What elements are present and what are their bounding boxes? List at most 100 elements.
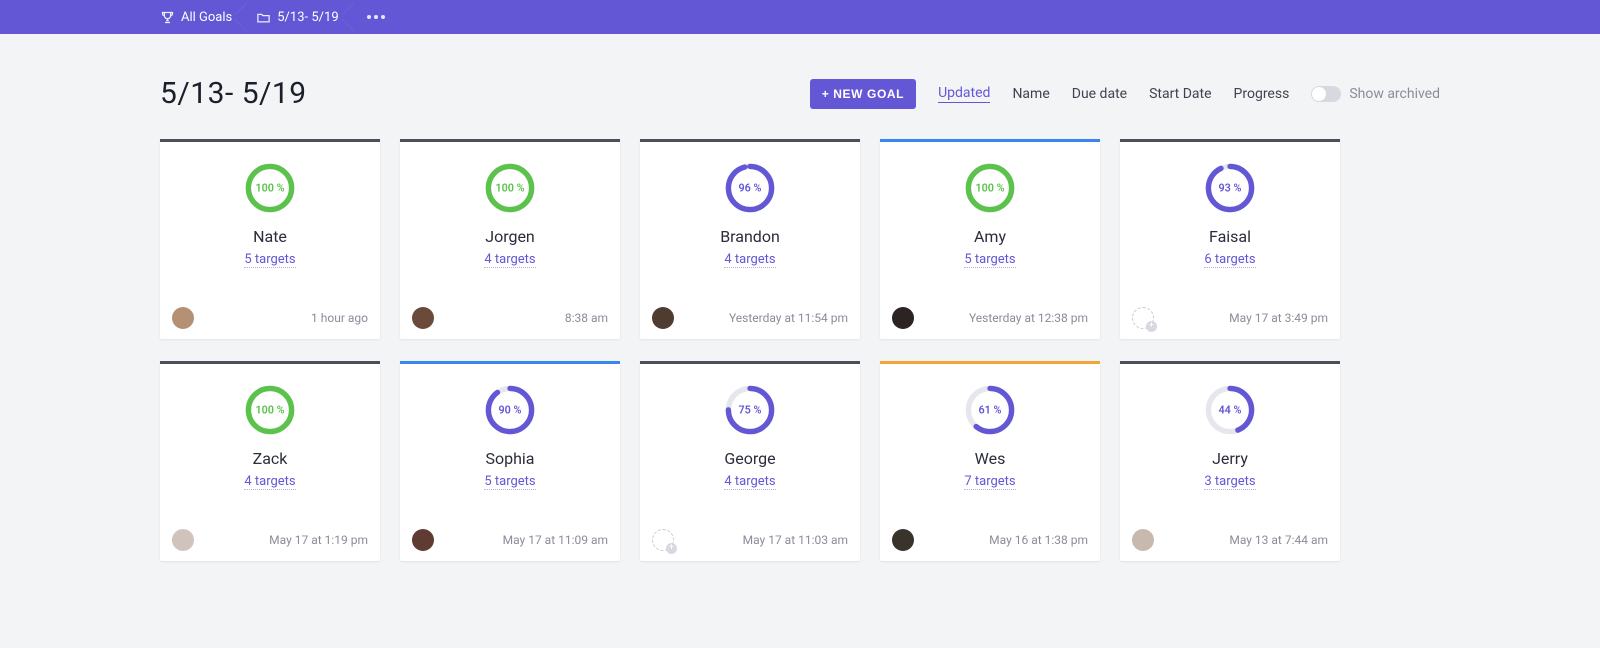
svg-text:61 %: 61 %: [979, 404, 1002, 417]
avatar[interactable]: [412, 307, 434, 329]
progress-ring: 93 %: [1203, 161, 1257, 215]
goal-card[interactable]: 44 % Jerry 3 targets May 13 at 7:44 am: [1120, 361, 1340, 561]
card-footer: May 17 at 1:19 pm: [172, 529, 368, 551]
goal-card[interactable]: 100 %Nate5 targets1 hour ago: [160, 139, 380, 339]
card-targets-link[interactable]: 3 targets: [1204, 474, 1255, 490]
sort-updated[interactable]: Updated: [938, 85, 990, 103]
page-title: 5/13- 5/19: [160, 76, 307, 111]
header-controls: + NEW GOAL Updated Name Due date Start D…: [810, 79, 1440, 109]
card-topstrip: [1120, 139, 1340, 142]
card-topstrip: [880, 361, 1100, 364]
card-footer: May 17 at 11:09 am: [412, 529, 608, 551]
goal-card[interactable]: 61 % Wes 7 targets May 16 at 1:38 pm: [880, 361, 1100, 561]
card-timestamp: 1 hour ago: [311, 311, 368, 325]
card-footer: 8:38 am: [412, 307, 608, 329]
card-name: Brandon: [720, 227, 780, 246]
card-targets-link[interactable]: 4 targets: [724, 252, 775, 268]
card-targets-link[interactable]: 5 targets: [964, 252, 1015, 268]
card-footer: May 17 at 3:49 pm: [1132, 307, 1328, 329]
svg-text:100 %: 100 %: [975, 182, 1004, 195]
card-targets-link[interactable]: 5 targets: [484, 474, 535, 490]
breadcrumb-root[interactable]: All Goals: [160, 0, 246, 34]
card-name: Faisal: [1209, 227, 1251, 246]
topbar: All Goals 5/13- 5/19: [0, 0, 1600, 34]
avatar[interactable]: [892, 307, 914, 329]
card-timestamp: May 17 at 3:49 pm: [1229, 311, 1328, 325]
card-name: Amy: [974, 227, 1006, 246]
breadcrumb-folder[interactable]: 5/13- 5/19: [256, 0, 352, 34]
svg-text:100 %: 100 %: [255, 182, 284, 195]
card-timestamp: May 17 at 11:03 am: [743, 533, 848, 547]
avatar[interactable]: [172, 529, 194, 551]
card-footer: May 16 at 1:38 pm: [892, 529, 1088, 551]
progress-ring: 100 %: [243, 383, 297, 437]
goal-card[interactable]: 93 % Faisal 6 targets May 17 at 3:49 pm: [1120, 139, 1340, 339]
avatar[interactable]: [892, 529, 914, 551]
card-timestamp: May 16 at 1:38 pm: [989, 533, 1088, 547]
svg-text:100 %: 100 %: [255, 404, 284, 417]
card-name: Zack: [253, 449, 288, 468]
breadcrumb-folder-label: 5/13- 5/19: [277, 10, 338, 25]
card-timestamp: May 17 at 1:19 pm: [269, 533, 368, 547]
avatar[interactable]: [172, 307, 194, 329]
card-name: Sophia: [485, 449, 534, 468]
progress-ring: 90 %: [483, 383, 537, 437]
show-archived-label: Show archived: [1349, 86, 1440, 102]
card-footer: May 17 at 11:03 am: [652, 529, 848, 551]
avatar[interactable]: [1132, 529, 1154, 551]
progress-ring: 75 %: [723, 383, 777, 437]
card-targets-link[interactable]: 5 targets: [244, 252, 295, 268]
progress-ring: 100 %: [963, 161, 1017, 215]
card-footer: Yesterday at 12:38 pm: [892, 307, 1088, 329]
trophy-icon: [160, 10, 175, 25]
progress-ring: 96 %: [723, 161, 777, 215]
card-targets-link[interactable]: 6 targets: [1204, 252, 1255, 268]
new-goal-button[interactable]: + NEW GOAL: [810, 79, 916, 109]
card-timestamp: May 13 at 7:44 am: [1229, 533, 1328, 547]
sort-start-date[interactable]: Start Date: [1149, 86, 1211, 102]
goal-card[interactable]: 100 % Amy 5 targets Yesterday at 12:38 pm: [880, 139, 1100, 339]
card-targets-link[interactable]: 4 targets: [244, 474, 295, 490]
svg-text:96 %: 96 %: [739, 182, 762, 195]
card-name: Jerry: [1212, 449, 1248, 468]
goal-card[interactable]: 96 % Brandon 4 targets Yesterday at 11:54 p…: [640, 139, 860, 339]
goal-card[interactable]: 75 %George4 targetsMay 17 at 11:03 am: [640, 361, 860, 561]
goal-card[interactable]: 90 % Sophia 5 targets May 17 at 11:09 am: [400, 361, 620, 561]
card-targets-link[interactable]: 4 targets: [724, 474, 775, 490]
svg-text:90 %: 90 %: [499, 404, 522, 417]
card-footer: May 13 at 7:44 am: [1132, 529, 1328, 551]
card-footer: Yesterday at 11:54 pm: [652, 307, 848, 329]
card-topstrip: [400, 139, 620, 142]
svg-text:44 %: 44 %: [1219, 404, 1242, 417]
card-timestamp: Yesterday at 12:38 pm: [969, 311, 1088, 325]
card-timestamp: Yesterday at 11:54 pm: [729, 311, 848, 325]
sort-due-date[interactable]: Due date: [1072, 86, 1127, 102]
goal-grid: 100 %Nate5 targets1 hour ago100 %Jorgen4…: [160, 139, 1440, 561]
progress-ring: 100 %: [243, 161, 297, 215]
card-topstrip: [400, 361, 620, 364]
card-timestamp: May 17 at 11:09 am: [503, 533, 608, 547]
add-owner-icon[interactable]: [652, 529, 674, 551]
card-topstrip: [160, 139, 380, 142]
card-targets-link[interactable]: 4 targets: [484, 252, 535, 268]
progress-ring: 61 %: [963, 383, 1017, 437]
sort-name[interactable]: Name: [1012, 86, 1049, 102]
show-archived-toggle[interactable]: [1311, 86, 1341, 102]
avatar[interactable]: [652, 307, 674, 329]
goal-card[interactable]: 100 % Zack 4 targets May 17 at 1:19 pm: [160, 361, 380, 561]
avatar[interactable]: [412, 529, 434, 551]
card-topstrip: [640, 361, 860, 364]
card-timestamp: 8:38 am: [565, 311, 608, 325]
card-targets-link[interactable]: 7 targets: [964, 474, 1015, 490]
more-icon[interactable]: [367, 15, 385, 19]
progress-ring: 44 %: [1203, 383, 1257, 437]
show-archived-toggle-wrap: Show archived: [1311, 86, 1440, 102]
add-owner-icon[interactable]: [1132, 307, 1154, 329]
card-topstrip: [640, 139, 860, 142]
svg-text:100 %: 100 %: [495, 182, 524, 195]
sort-progress[interactable]: Progress: [1234, 86, 1290, 102]
svg-text:93 %: 93 %: [1219, 182, 1242, 195]
card-name: Wes: [975, 449, 1006, 468]
folder-icon: [256, 10, 271, 25]
goal-card[interactable]: 100 %Jorgen4 targets8:38 am: [400, 139, 620, 339]
